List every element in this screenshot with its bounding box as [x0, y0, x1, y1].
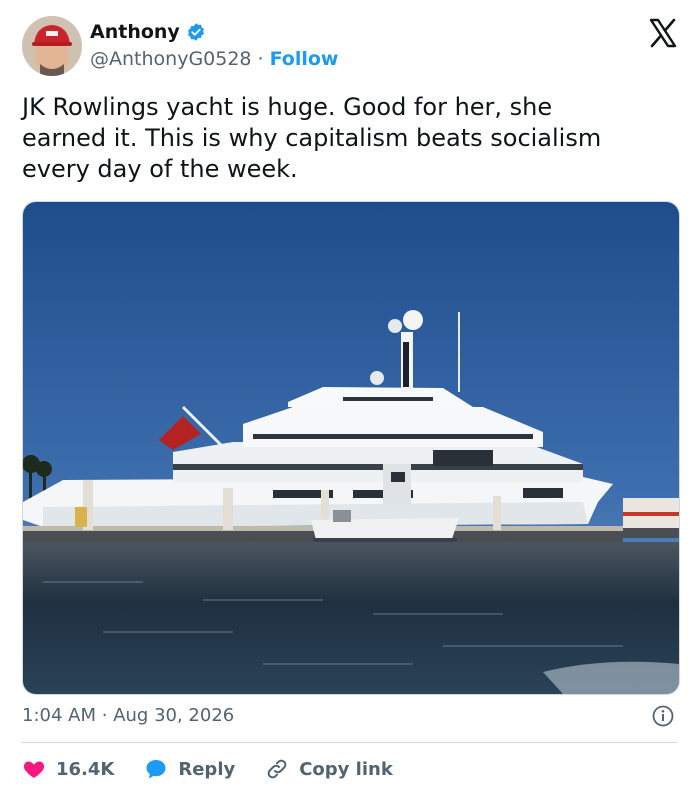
author-name[interactable]: Anthony — [90, 21, 180, 43]
copy-link-label: Copy link — [299, 758, 393, 780]
action-bar: 16.4K Reply Copy link — [22, 754, 423, 784]
tweet-photo[interactable] — [22, 201, 680, 695]
heart-icon — [23, 761, 45, 778]
yacht-photo — [23, 202, 679, 694]
tweet-date: Aug 30, 2026 — [113, 705, 235, 726]
verified-badge-icon — [186, 22, 206, 42]
follow-button[interactable]: Follow — [270, 48, 339, 70]
author-handle[interactable]: @AnthonyG0528 — [90, 48, 252, 70]
tweet-time: 1:04 AM — [22, 705, 96, 726]
like-button[interactable]: 16.4K — [22, 757, 114, 781]
timestamp-separator: · — [101, 705, 108, 726]
info-icon[interactable] — [652, 705, 674, 727]
author-name-row: Anthony — [90, 21, 206, 43]
tweet-timestamp[interactable]: 1:04 AM · Aug 30, 2026 — [22, 705, 234, 726]
separator-dot: · — [257, 48, 264, 70]
tweet-text: JK Rowlings yacht is huge. Good for her,… — [22, 93, 602, 183]
copy-link-button[interactable]: Copy link — [265, 757, 393, 781]
avatar-photo — [22, 16, 82, 76]
divider — [22, 742, 678, 743]
speech-bubble-icon — [146, 760, 166, 779]
tweet-card: Anthony @AnthonyG0528 · Follow JK Rowlin… — [0, 0, 700, 796]
avatar[interactable] — [22, 16, 82, 76]
x-logo-icon[interactable] — [648, 18, 678, 48]
reply-label: Reply — [178, 758, 236, 780]
link-icon — [267, 759, 287, 779]
reply-button[interactable]: Reply — [144, 757, 235, 781]
author-handle-row: @AnthonyG0528 · Follow — [90, 48, 338, 70]
like-count: 16.4K — [56, 758, 115, 780]
